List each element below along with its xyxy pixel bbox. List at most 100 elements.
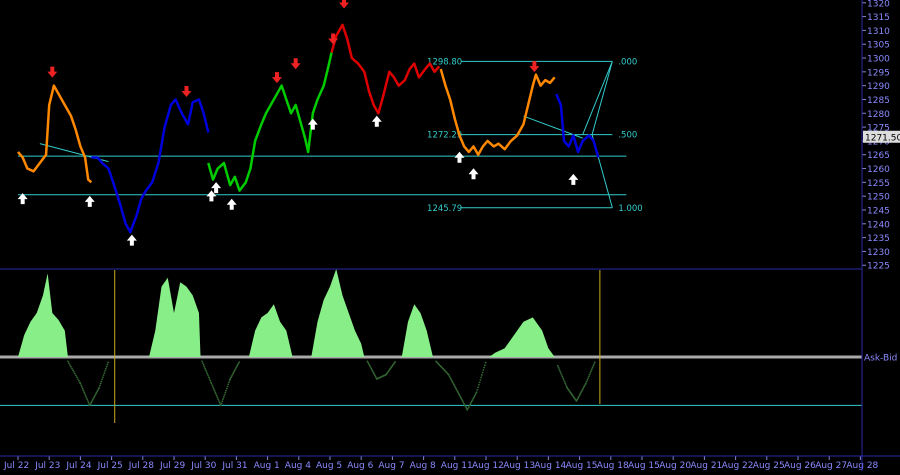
indicator-dot (587, 375, 590, 378)
indicator-dot (215, 394, 218, 397)
indicator-dot (72, 369, 74, 372)
price-tick-label: 1305 (867, 41, 890, 51)
date-tick-label: Jul 29 (159, 461, 185, 471)
indicator-dot (70, 365, 72, 368)
price-tick-label: 1225 (867, 262, 890, 272)
price-tick-label: 1300 (867, 55, 890, 65)
indicator-dot (77, 378, 79, 380)
date-tick-label: Jul 22 (3, 461, 29, 471)
indicator-dot (219, 404, 222, 407)
indicator-dot (564, 382, 567, 385)
date-tick-label: Aug 12 (472, 461, 504, 471)
indicator-dot (228, 381, 230, 384)
indicator-dot (74, 372, 76, 375)
price-tick-label: 1235 (867, 234, 890, 244)
price-tick-label: 1285 (867, 96, 890, 106)
indicator-dot (477, 383, 480, 386)
indicator-dot (80, 386, 83, 388)
trading-chart[interactable]: 1298.80.000 1272.29.500 1245.79 1.000 Ask-B… (0, 0, 900, 471)
indicator-dot (204, 367, 206, 370)
indicator-dot (585, 380, 588, 383)
indicator-dot (212, 386, 214, 388)
indicator-dot (101, 376, 104, 379)
indicator-dot (221, 400, 224, 403)
indicator-dot (558, 368, 561, 371)
fib-level-ratio: 1.000 (618, 204, 642, 214)
date-tick-label: Aug 21 (690, 461, 722, 471)
indicator-dot (86, 400, 89, 402)
price-tick-label: 1310 (867, 27, 890, 37)
price-tick-label: 1240 (867, 220, 890, 230)
indicator-dot (207, 374, 209, 377)
date-tick-label: Jul 28 (128, 461, 154, 471)
last-price-label: 1271.50 (865, 133, 900, 143)
indicator-dot (562, 378, 565, 381)
indicator-dot (202, 364, 205, 366)
indicator-dot (75, 374, 77, 377)
date-tick-label: Aug 15 (628, 461, 660, 471)
indicator-dot (210, 382, 213, 385)
indicator-dot (561, 375, 564, 378)
indicator-dot (394, 361, 397, 363)
indicator-dot (86, 398, 89, 401)
indicator-dot (203, 365, 206, 368)
indicator-dot (209, 379, 212, 382)
price-tick-label: 1250 (867, 193, 890, 203)
indicator-dot (593, 361, 596, 364)
date-tick-label: Aug 20 (659, 461, 691, 471)
indicator-dot (84, 394, 87, 397)
date-tick-label: Jul 24 (65, 461, 91, 471)
indicator-dot (104, 370, 107, 372)
indicator-dot (99, 382, 102, 385)
indicator-dot (481, 371, 484, 374)
indicator-dot (592, 364, 595, 367)
date-tick-label: Aug 6 (347, 461, 373, 471)
date-tick-label: Aug 18 (597, 461, 629, 471)
date-tick-label: Jul 31 (221, 461, 247, 471)
indicator-dot (484, 361, 487, 364)
indicator-dot (201, 362, 204, 365)
indicator-dot (475, 391, 478, 394)
indicator-dot (559, 370, 561, 372)
indicator-dot (100, 380, 103, 383)
indicator-dot (102, 374, 105, 377)
indicator-dot (81, 387, 84, 390)
indicator-dot (584, 382, 587, 385)
indicator-dot (225, 389, 227, 392)
indicator-label: Ask-Bid (864, 354, 897, 364)
indicator-dot (586, 378, 589, 381)
indicator-dot (226, 385, 229, 388)
indicator-dot (107, 361, 110, 364)
indicator-dot (76, 376, 78, 379)
indicator-dot (98, 386, 101, 389)
indicator-dot (480, 374, 483, 376)
indicator-dot (565, 384, 567, 387)
fib-level-value: 1245.79 (427, 204, 462, 214)
indicator-dot (104, 367, 107, 370)
indicator-dot (218, 401, 221, 404)
price-tick-label: 1290 (867, 82, 890, 92)
indicator-dot (206, 372, 209, 375)
indicator-dot (208, 378, 211, 380)
date-tick-label: Jul 25 (97, 461, 123, 471)
indicator-dot (476, 388, 479, 391)
date-tick-label: Aug 27 (815, 461, 847, 471)
indicator-dot (559, 371, 562, 374)
indicator-dot (482, 369, 485, 371)
chart-canvas[interactable]: 1298.80.0001272.29.5001245.79 1.000 Ask-B… (0, 0, 900, 471)
indicator-dot (82, 389, 85, 392)
indicator-dot (87, 401, 90, 404)
indicator-dot (590, 368, 593, 371)
price-tick-label: 1315 (867, 13, 890, 23)
indicator-dot (205, 371, 208, 373)
date-tick-label: Aug 22 (722, 461, 754, 471)
indicator-dot (479, 378, 482, 381)
price-tick-label: 1295 (867, 68, 890, 78)
date-tick-label: Aug 14 (534, 461, 566, 471)
indicator-dot (225, 387, 228, 390)
indicator-dot (69, 364, 71, 366)
indicator-dot (106, 363, 109, 366)
indicator-dot (213, 389, 216, 392)
date-tick-label: Aug 7 (378, 461, 404, 471)
date-tick-label: Aug 5 (316, 461, 342, 471)
